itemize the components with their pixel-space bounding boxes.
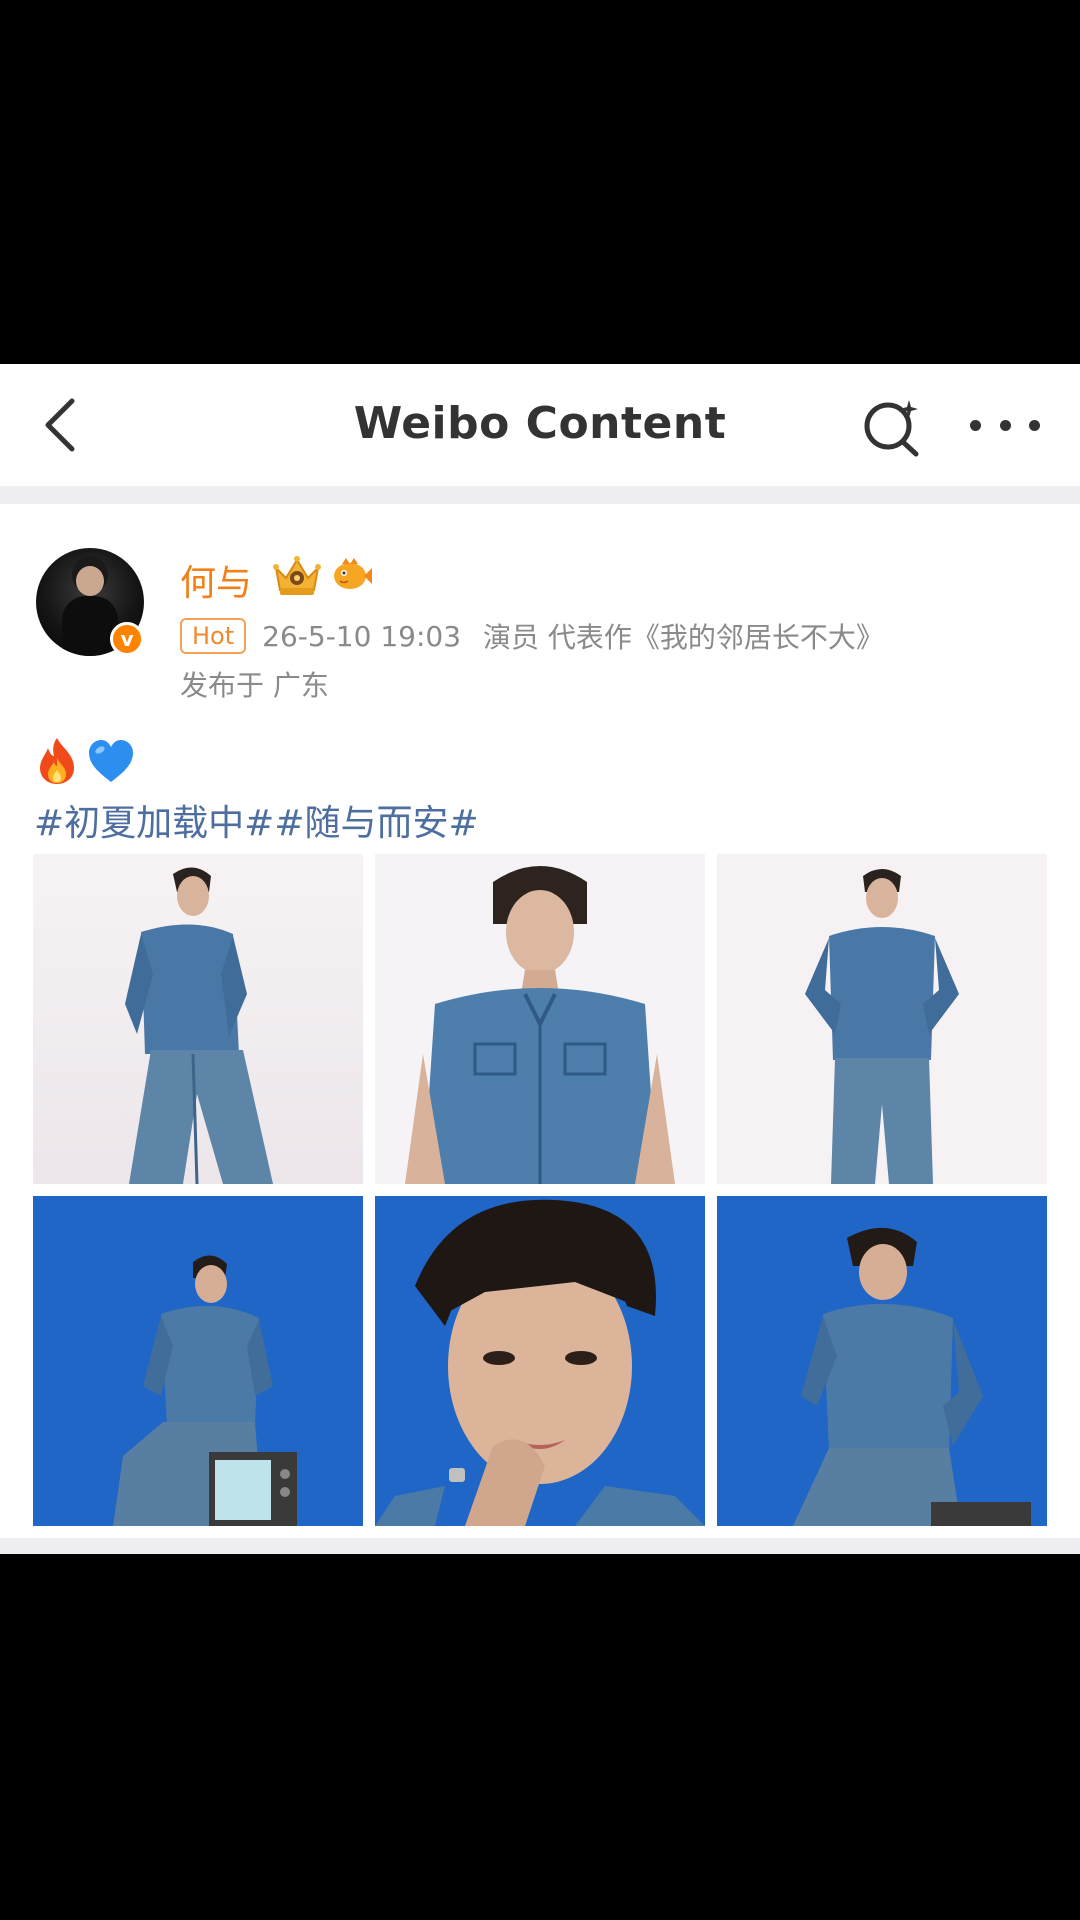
weibo-screen: Weibo Content v 何与 Hot 26-5-10 19:03 演员 … <box>0 364 1080 1554</box>
post-location: 发布于 广东 <box>180 669 329 702</box>
phone-frame: Weibo Content v 何与 Hot 26-5-10 19:03 演员 … <box>0 0 1080 1920</box>
weibo-post: v 何与 Hot 26-5-10 19:03 演员 代表作《我的邻居长不大》 发… <box>0 504 1080 1538</box>
username[interactable]: 何与 <box>180 554 252 606</box>
hashtag-link[interactable]: #随与而安# <box>274 803 478 844</box>
dot-icon <box>1029 419 1040 431</box>
hashtags: #初夏加载中##随与而安# <box>34 794 479 846</box>
hot-badge: Hot <box>180 618 247 654</box>
post-timestamp: 26-5-10 19:03 <box>262 619 462 653</box>
dot-icon <box>970 419 981 431</box>
photo-thumbnail[interactable] <box>375 1196 705 1526</box>
hashtag-link[interactable]: #初夏加载中# <box>34 803 274 844</box>
photo-thumbnail[interactable] <box>717 1196 1047 1526</box>
search-icon <box>864 400 919 457</box>
top-navigation-bar: Weibo Content <box>0 364 1080 486</box>
search-button[interactable] <box>862 396 924 458</box>
post-meta: Hot 26-5-10 19:03 演员 代表作《我的邻居长不大》 <box>180 616 884 656</box>
dot-icon <box>999 419 1011 431</box>
verified-badge-icon: v <box>110 622 144 656</box>
more-options-button[interactable] <box>970 400 1040 450</box>
section-divider <box>0 1538 1080 1554</box>
fish-badge-icon[interactable] <box>330 556 372 594</box>
avatar[interactable]: v <box>36 548 144 656</box>
blue-heart-emoji-icon <box>89 740 133 782</box>
author-description: 演员 代表作《我的邻居长不大》 <box>483 621 884 654</box>
photo-thumbnail[interactable] <box>375 854 705 1184</box>
section-divider <box>0 486 1080 504</box>
crown-badge-icon[interactable] <box>272 554 322 598</box>
emoji-row <box>34 736 136 786</box>
fire-emoji-icon <box>40 738 74 784</box>
photo-grid <box>33 854 1047 1526</box>
photo-thumbnail[interactable] <box>717 854 1047 1184</box>
photo-thumbnail[interactable] <box>33 854 363 1184</box>
photo-thumbnail[interactable] <box>33 1196 363 1526</box>
